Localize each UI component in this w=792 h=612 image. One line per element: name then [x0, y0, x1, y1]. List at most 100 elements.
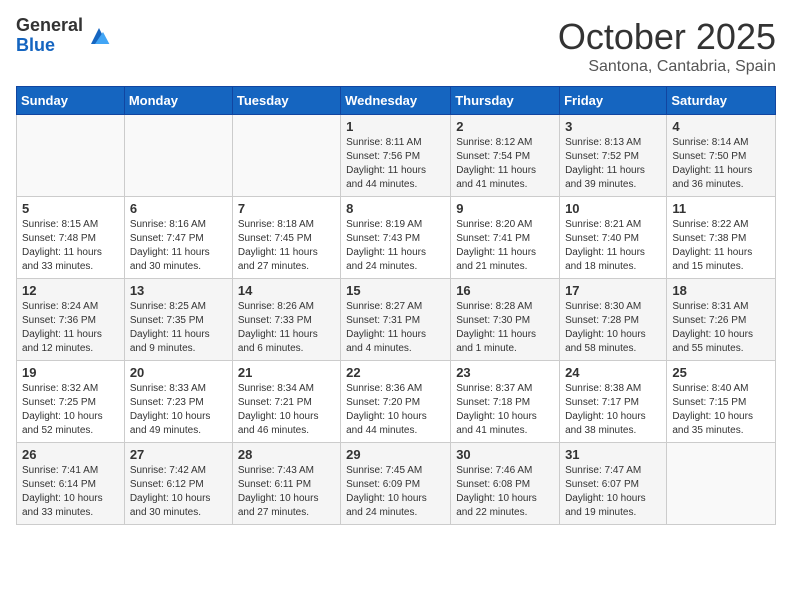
- day-info: Sunrise: 8:27 AM Sunset: 7:31 PM Dayligh…: [346, 300, 445, 356]
- day-cell-23: 23 Sunrise: 8:37 AM Sunset: 7:18 PM Dayli…: [451, 361, 560, 443]
- day-cell-15: 15Sunrise: 8:27 AM Sunset: 7:31 PM Dayli…: [341, 279, 451, 361]
- day-info: Sunrise: 8:21 AM Sunset: 7:40 PM Dayligh…: [565, 218, 661, 274]
- day-info: Sunrise: 8:34 AM Sunset: 7:21 PM Dayligh…: [238, 382, 335, 438]
- day-info: Sunrise: 7:42 AM Sunset: 6:12 PM Dayligh…: [130, 464, 227, 520]
- day-info: Sunrise: 8:31 AM Sunset: 7:26 PM Dayligh…: [672, 300, 770, 356]
- day-cell-8: 8Sunrise: 8:19 AM Sunset: 7:43 PM Daylig…: [341, 197, 451, 279]
- day-cell-11: 11 Sunrise: 8:22 AM Sunset: 7:38 PM Dayli…: [667, 197, 776, 279]
- weekday-header-saturday: Saturday: [667, 87, 776, 115]
- day-cell-4: 4 Sunrise: 8:14 AM Sunset: 7:50 PM Daylig…: [667, 115, 776, 197]
- day-info: Sunrise: 8:26 AM Sunset: 7:33 PM Dayligh…: [238, 300, 335, 356]
- day-info: Sunrise: 7:47 AM Sunset: 6:07 PM Dayligh…: [565, 464, 661, 520]
- day-info: Sunrise: 7:45 AM Sunset: 6:09 PM Dayligh…: [346, 464, 445, 520]
- day-number: 10: [565, 201, 661, 216]
- day-cell-3: 3 Sunrise: 8:13 AM Sunset: 7:52 PM Daylig…: [560, 115, 667, 197]
- day-number: 4: [672, 119, 770, 134]
- day-info: Sunrise: 8:16 AM Sunset: 7:47 PM Dayligh…: [130, 218, 227, 274]
- day-info: Sunrise: 7:43 AM Sunset: 6:11 PM Dayligh…: [238, 464, 335, 520]
- day-cell-26: 26Sunrise: 7:41 AM Sunset: 6:14 PM Dayli…: [17, 443, 125, 525]
- day-cell-12: 12 Sunrise: 8:24 AM Sunset: 7:36 PM Dayli…: [17, 279, 125, 361]
- day-number: 31: [565, 447, 661, 462]
- day-cell-16: 16 Sunrise: 8:28 AM Sunset: 7:30 PM Dayli…: [451, 279, 560, 361]
- week-row-4: 19 Sunrise: 8:32 AM Sunset: 7:25 PM Dayli…: [17, 361, 776, 443]
- day-info: Sunrise: 8:37 AM Sunset: 7:18 PM Dayligh…: [456, 382, 554, 438]
- empty-cell: [667, 443, 776, 525]
- day-number: 8: [346, 201, 445, 216]
- day-cell-31: 31 Sunrise: 7:47 AM Sunset: 6:07 PM Dayli…: [560, 443, 667, 525]
- day-number: 12: [22, 283, 119, 298]
- day-number: 26: [22, 447, 119, 462]
- day-info: Sunrise: 8:20 AM Sunset: 7:41 PM Dayligh…: [456, 218, 554, 274]
- week-row-5: 26Sunrise: 7:41 AM Sunset: 6:14 PM Dayli…: [17, 443, 776, 525]
- day-number: 3: [565, 119, 661, 134]
- week-row-1: 1Sunrise: 8:11 AM Sunset: 7:56 PM Daylig…: [17, 115, 776, 197]
- day-number: 30: [456, 447, 554, 462]
- day-cell-9: 9 Sunrise: 8:20 AM Sunset: 7:41 PM Daylig…: [451, 197, 560, 279]
- day-cell-10: 10 Sunrise: 8:21 AM Sunset: 7:40 PM Dayli…: [560, 197, 667, 279]
- day-cell-24: 24 Sunrise: 8:38 AM Sunset: 7:17 PM Dayli…: [560, 361, 667, 443]
- day-number: 27: [130, 447, 227, 462]
- day-cell-28: 28 Sunrise: 7:43 AM Sunset: 6:11 PM Dayli…: [232, 443, 340, 525]
- day-info: Sunrise: 8:15 AM Sunset: 7:48 PM Dayligh…: [22, 218, 119, 274]
- logo-icon: [87, 24, 111, 48]
- day-number: 7: [238, 201, 335, 216]
- day-number: 19: [22, 365, 119, 380]
- day-cell-7: 7Sunrise: 8:18 AM Sunset: 7:45 PM Daylig…: [232, 197, 340, 279]
- week-row-2: 5 Sunrise: 8:15 AM Sunset: 7:48 PM Daylig…: [17, 197, 776, 279]
- day-info: Sunrise: 8:22 AM Sunset: 7:38 PM Dayligh…: [672, 218, 770, 274]
- day-cell-25: 25 Sunrise: 8:40 AM Sunset: 7:15 PM Dayli…: [667, 361, 776, 443]
- day-number: 24: [565, 365, 661, 380]
- day-info: Sunrise: 8:12 AM Sunset: 7:54 PM Dayligh…: [456, 136, 554, 192]
- empty-cell: [124, 115, 232, 197]
- day-number: 25: [672, 365, 770, 380]
- day-info: Sunrise: 8:36 AM Sunset: 7:20 PM Dayligh…: [346, 382, 445, 438]
- day-number: 9: [456, 201, 554, 216]
- day-number: 28: [238, 447, 335, 462]
- day-number: 23: [456, 365, 554, 380]
- day-cell-29: 29 Sunrise: 7:45 AM Sunset: 6:09 PM Dayli…: [341, 443, 451, 525]
- day-cell-18: 18 Sunrise: 8:31 AM Sunset: 7:26 PM Dayli…: [667, 279, 776, 361]
- month-title: October 2025: [558, 16, 776, 58]
- day-info: Sunrise: 8:32 AM Sunset: 7:25 PM Dayligh…: [22, 382, 119, 438]
- day-info: Sunrise: 8:25 AM Sunset: 7:35 PM Dayligh…: [130, 300, 227, 356]
- day-cell-2: 2Sunrise: 8:12 AM Sunset: 7:54 PM Daylig…: [451, 115, 560, 197]
- empty-cell: [17, 115, 125, 197]
- weekday-header-friday: Friday: [560, 87, 667, 115]
- weekday-header-tuesday: Tuesday: [232, 87, 340, 115]
- day-number: 29: [346, 447, 445, 462]
- day-info: Sunrise: 7:46 AM Sunset: 6:08 PM Dayligh…: [456, 464, 554, 520]
- day-number: 21: [238, 365, 335, 380]
- weekday-header-sunday: Sunday: [17, 87, 125, 115]
- day-cell-17: 17 Sunrise: 8:30 AM Sunset: 7:28 PM Dayli…: [560, 279, 667, 361]
- day-number: 11: [672, 201, 770, 216]
- day-info: Sunrise: 8:14 AM Sunset: 7:50 PM Dayligh…: [672, 136, 770, 192]
- weekday-header-monday: Monday: [124, 87, 232, 115]
- day-info: Sunrise: 8:28 AM Sunset: 7:30 PM Dayligh…: [456, 300, 554, 356]
- day-info: Sunrise: 8:38 AM Sunset: 7:17 PM Dayligh…: [565, 382, 661, 438]
- day-info: Sunrise: 8:30 AM Sunset: 7:28 PM Dayligh…: [565, 300, 661, 356]
- day-cell-22: 22 Sunrise: 8:36 AM Sunset: 7:20 PM Dayli…: [341, 361, 451, 443]
- day-number: 16: [456, 283, 554, 298]
- day-number: 1: [346, 119, 445, 134]
- day-cell-27: 27 Sunrise: 7:42 AM Sunset: 6:12 PM Dayli…: [124, 443, 232, 525]
- day-number: 5: [22, 201, 119, 216]
- day-number: 22: [346, 365, 445, 380]
- day-info: Sunrise: 8:13 AM Sunset: 7:52 PM Dayligh…: [565, 136, 661, 192]
- day-number: 17: [565, 283, 661, 298]
- weekday-header-wednesday: Wednesday: [341, 87, 451, 115]
- day-cell-13: 13Sunrise: 8:25 AM Sunset: 7:35 PM Dayli…: [124, 279, 232, 361]
- day-info: Sunrise: 8:24 AM Sunset: 7:36 PM Dayligh…: [22, 300, 119, 356]
- day-cell-5: 5 Sunrise: 8:15 AM Sunset: 7:48 PM Daylig…: [17, 197, 125, 279]
- day-info: Sunrise: 8:40 AM Sunset: 7:15 PM Dayligh…: [672, 382, 770, 438]
- day-number: 14: [238, 283, 335, 298]
- day-number: 20: [130, 365, 227, 380]
- day-number: 18: [672, 283, 770, 298]
- weekday-header-row: SundayMondayTuesdayWednesdayThursdayFrid…: [17, 87, 776, 115]
- weekday-header-thursday: Thursday: [451, 87, 560, 115]
- calendar-table: SundayMondayTuesdayWednesdayThursdayFrid…: [16, 86, 776, 525]
- title-block: October 2025 Santona, Cantabria, Spain: [558, 16, 776, 76]
- empty-cell: [232, 115, 340, 197]
- day-cell-1: 1Sunrise: 8:11 AM Sunset: 7:56 PM Daylig…: [341, 115, 451, 197]
- day-cell-21: 21 Sunrise: 8:34 AM Sunset: 7:21 PM Dayli…: [232, 361, 340, 443]
- day-info: Sunrise: 8:33 AM Sunset: 7:23 PM Dayligh…: [130, 382, 227, 438]
